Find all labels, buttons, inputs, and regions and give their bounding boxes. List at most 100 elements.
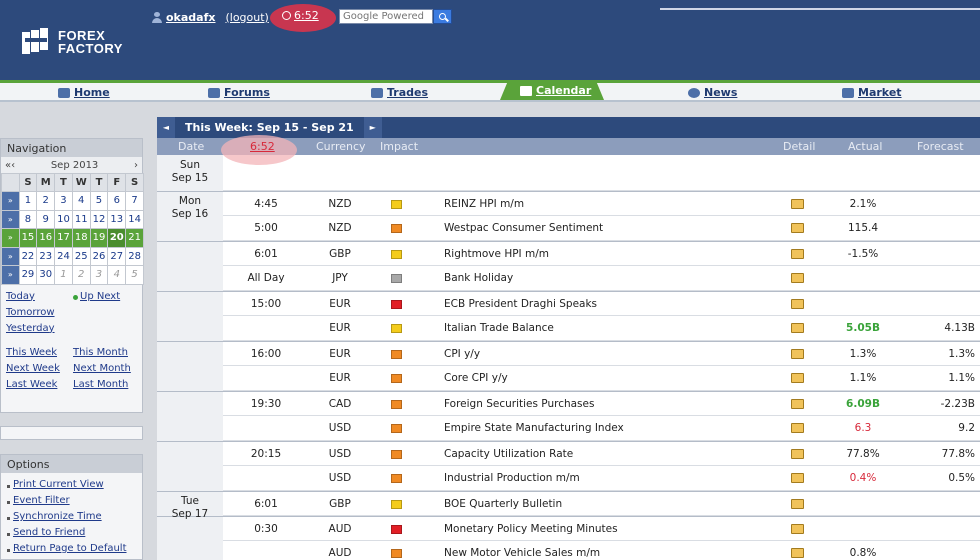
calendar-day[interactable]: 22: [18, 246, 38, 266]
detail-folder-icon[interactable]: [791, 223, 804, 233]
calendar-day[interactable]: 24: [54, 246, 73, 266]
calendar-day[interactable]: 28: [125, 246, 144, 266]
event-row[interactable]: 4:45 NZD REINZ HPI m/m 2.1%: [157, 191, 980, 217]
event-title[interactable]: Rightmove HPI m/m: [444, 248, 549, 260]
event-row[interactable]: USD Empire State Manufacturing Index 6.3 9.…: [157, 416, 980, 441]
nav-home[interactable]: Home: [58, 84, 110, 101]
send-friend-link[interactable]: Send to Friend: [5, 527, 138, 543]
this-week-link[interactable]: This Week: [6, 347, 73, 363]
logo[interactable]: FOREX FACTORY: [22, 28, 123, 56]
next-month-button[interactable]: ›: [134, 160, 138, 171]
calendar-day[interactable]: 19: [89, 228, 109, 248]
detail-folder-icon[interactable]: [791, 449, 804, 459]
calendar-day[interactable]: 16: [36, 228, 56, 248]
event-title[interactable]: CPI y/y: [444, 348, 480, 360]
event-title[interactable]: Empire State Manufacturing Index: [444, 422, 624, 434]
event-row[interactable]: All Day JPY Bank Holiday: [157, 266, 980, 291]
nav-trades[interactable]: Trades: [371, 84, 428, 101]
event-row[interactable]: AUD New Motor Vehicle Sales m/m 0.8%: [157, 541, 980, 560]
week-select-button[interactable]: »: [1, 265, 20, 285]
event-title[interactable]: Monetary Policy Meeting Minutes: [444, 523, 618, 535]
week-select-button[interactable]: »: [1, 191, 20, 211]
up-next-link[interactable]: Up Next: [73, 291, 143, 307]
calendar-day[interactable]: 21: [125, 228, 144, 248]
calendar-day[interactable]: 26: [89, 246, 109, 266]
calendar-day[interactable]: 17: [54, 228, 73, 248]
next-week-button[interactable]: ►: [363, 117, 382, 138]
event-filter-link[interactable]: Event Filter: [5, 495, 138, 511]
event-title[interactable]: Industrial Production m/m: [444, 472, 580, 484]
event-row[interactable]: 6:01 GBP Rightmove HPI m/m -1.5%: [157, 241, 980, 267]
calendar-day[interactable]: 1: [54, 265, 73, 285]
calendar-day[interactable]: 6: [107, 191, 127, 211]
calendar-day[interactable]: 11: [71, 209, 91, 229]
calendar-day[interactable]: 20: [107, 228, 127, 248]
detail-folder-icon[interactable]: [791, 273, 804, 283]
calendar-day[interactable]: 29: [18, 265, 38, 285]
detail-folder-icon[interactable]: [791, 524, 804, 534]
detail-folder-icon[interactable]: [791, 473, 804, 483]
logout-link[interactable]: (logout): [225, 11, 268, 24]
next-week-link[interactable]: Next Week: [6, 363, 73, 379]
event-title[interactable]: Italian Trade Balance: [444, 322, 554, 334]
event-row[interactable]: 19:30 CAD Foreign Securities Purchases 6.09…: [157, 391, 980, 417]
detail-folder-icon[interactable]: [791, 373, 804, 383]
calendar-day[interactable]: 25: [71, 246, 91, 266]
event-row[interactable]: USD Industrial Production m/m 0.4% 0.5%: [157, 466, 980, 491]
sync-time-link[interactable]: Synchronize Time: [5, 511, 138, 527]
calendar-day[interactable]: 4: [107, 265, 127, 285]
event-row[interactable]: 5:00 NZD Westpac Consumer Sentiment 115.4: [157, 216, 980, 241]
calendar-day[interactable]: 2: [36, 191, 56, 211]
clock-link[interactable]: 6:52: [282, 9, 319, 22]
calendar-day[interactable]: 15: [18, 228, 38, 248]
this-month-link[interactable]: This Month: [73, 347, 143, 363]
calendar-day[interactable]: 5: [89, 191, 109, 211]
last-week-link[interactable]: Last Week: [6, 379, 73, 395]
reset-page-link[interactable]: Return Page to Default: [5, 543, 138, 559]
calendar-day[interactable]: 3: [54, 191, 73, 211]
calendar-day[interactable]: 9: [36, 209, 56, 229]
last-month-link[interactable]: Last Month: [73, 379, 143, 395]
calendar-day[interactable]: 2: [71, 265, 91, 285]
event-row[interactable]: 15:00 EUR ECB President Draghi Speaks: [157, 291, 980, 317]
event-title[interactable]: Bank Holiday: [444, 272, 513, 284]
event-row[interactable]: 20:15 USD Capacity Utilization Rate 77.8% 77…: [157, 441, 980, 467]
calendar-day[interactable]: 3: [89, 265, 109, 285]
calendar-day[interactable]: 5: [125, 265, 144, 285]
week-select-button[interactable]: »: [1, 228, 20, 248]
next-month-link[interactable]: Next Month: [73, 363, 143, 379]
prev-week-button[interactable]: ◄: [157, 117, 175, 138]
calendar-day[interactable]: 10: [54, 209, 73, 229]
yesterday-link[interactable]: Yesterday: [6, 323, 73, 339]
event-title[interactable]: BOE Quarterly Bulletin: [444, 498, 562, 510]
event-row[interactable]: EUR Italian Trade Balance 5.05B 4.13B: [157, 316, 980, 341]
detail-folder-icon[interactable]: [791, 423, 804, 433]
calendar-day[interactable]: 23: [36, 246, 56, 266]
nav-forums[interactable]: Forums: [208, 84, 270, 101]
detail-folder-icon[interactable]: [791, 249, 804, 259]
week-select-button[interactable]: »: [1, 209, 20, 229]
nav-calendar[interactable]: Calendar: [520, 84, 591, 97]
detail-folder-icon[interactable]: [791, 499, 804, 509]
detail-folder-icon[interactable]: [791, 548, 804, 558]
calendar-day[interactable]: 14: [125, 209, 144, 229]
event-title[interactable]: ECB President Draghi Speaks: [444, 298, 597, 310]
search-button[interactable]: [433, 9, 452, 24]
event-row[interactable]: 6:01 GBP BOE Quarterly Bulletin: [157, 491, 980, 517]
calendar-day[interactable]: 7: [125, 191, 144, 211]
event-title[interactable]: REINZ HPI m/m: [444, 198, 524, 210]
event-row[interactable]: 0:30 AUD Monetary Policy Meeting Minutes: [157, 516, 980, 542]
detail-folder-icon[interactable]: [791, 323, 804, 333]
search-input[interactable]: [339, 9, 433, 24]
calendar-day[interactable]: 13: [107, 209, 127, 229]
calendar-day[interactable]: 4: [71, 191, 91, 211]
detail-folder-icon[interactable]: [791, 199, 804, 209]
event-row[interactable]: EUR Core CPI y/y 1.1% 1.1%: [157, 366, 980, 391]
event-title[interactable]: Core CPI y/y: [444, 372, 508, 384]
print-view-link[interactable]: Print Current View: [5, 479, 138, 495]
tomorrow-link[interactable]: Tomorrow: [6, 307, 73, 323]
detail-folder-icon[interactable]: [791, 349, 804, 359]
detail-folder-icon[interactable]: [791, 399, 804, 409]
week-select-button[interactable]: »: [1, 246, 20, 266]
calendar-day[interactable]: 30: [36, 265, 56, 285]
